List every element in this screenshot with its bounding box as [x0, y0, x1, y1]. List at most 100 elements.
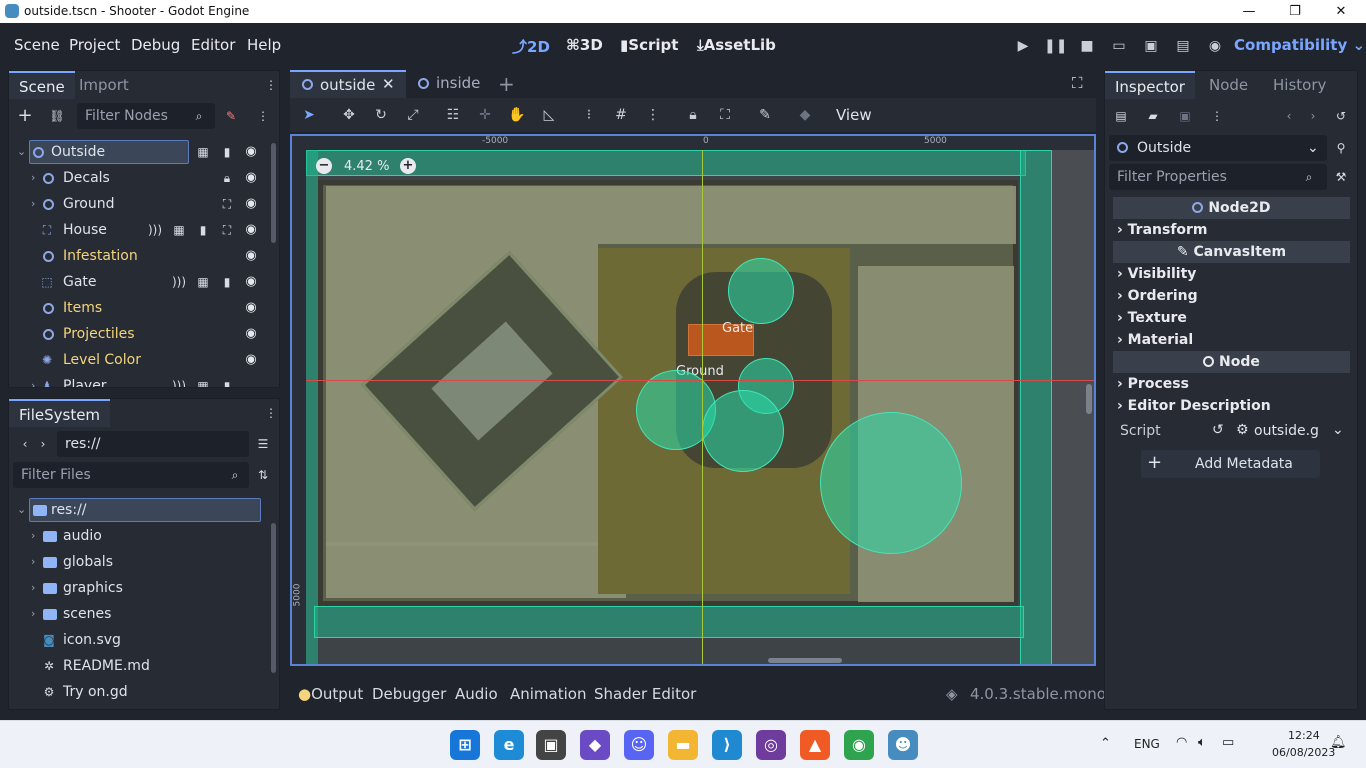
chevron-right-icon[interactable]: › — [31, 575, 35, 601]
rotate-tool-icon[interactable]: ↻ — [370, 104, 392, 126]
group-icon[interactable]: ⛶ — [219, 222, 235, 238]
visibility-eye-icon[interactable]: ◉ — [243, 170, 259, 186]
section-node[interactable]: Node — [1113, 351, 1350, 373]
visibility-eye-icon[interactable]: ◉ — [243, 248, 259, 264]
minimize-button[interactable]: — — [1226, 0, 1272, 23]
list-view-icon[interactable]: ☰ — [255, 436, 271, 452]
visibility-eye-icon[interactable]: ◉ — [243, 222, 259, 238]
canvas-viewport[interactable]: -5000 0 5000 5000 Gate Ground − 4.42 % + — [290, 134, 1096, 666]
snap-options-icon[interactable]: ⋮ — [642, 104, 664, 126]
volume-icon[interactable]: 🔈︎ — [1198, 735, 1206, 750]
menu-project[interactable]: Project — [69, 36, 120, 54]
filter-files-input[interactable]: Filter Files — [13, 462, 249, 488]
github-desktop-icon[interactable]: ◎ — [756, 730, 786, 760]
pan-tool-icon[interactable]: ✋ — [506, 104, 528, 126]
signal-icon[interactable]: ))) — [171, 274, 187, 290]
chevron-right-icon[interactable]: › — [31, 523, 35, 549]
dock-menu-icon[interactable]: ⋮ — [263, 405, 279, 421]
menu-editor[interactable]: Editor — [191, 36, 235, 54]
tab-outside[interactable]: outside ✕ — [290, 70, 406, 98]
chevron-right-icon[interactable]: › — [31, 191, 35, 217]
tab-scene[interactable]: Scene — [9, 71, 75, 99]
add-node-icon[interactable]: + — [17, 107, 33, 125]
maximize-button[interactable]: ❐ — [1272, 0, 1318, 23]
lock-icon[interactable]: 🔒︎ — [682, 104, 704, 126]
discord-icon[interactable]: ☺ — [624, 730, 654, 760]
workspace-assetlib-button[interactable]: ⤓AssetLib — [697, 36, 776, 54]
file-item-icon-svg[interactable]: ◙ icon.svg — [9, 627, 267, 653]
stop-icon[interactable]: ■ — [1076, 35, 1098, 57]
grid-snap-icon[interactable]: # — [610, 104, 632, 126]
property-options-icon[interactable]: ⚒ — [1333, 169, 1349, 185]
group-icon[interactable]: ⛶ — [219, 196, 235, 212]
reload-icon[interactable]: ↺ — [1212, 422, 1224, 438]
play-custom-icon[interactable]: ▤ — [1172, 35, 1194, 57]
tab-debugger[interactable]: Debugger — [372, 685, 446, 703]
tab-inspector[interactable]: Inspector — [1105, 71, 1195, 99]
filesystem-scrollbar[interactable] — [271, 523, 276, 673]
ruler-tool-icon[interactable]: ◺ — [538, 104, 560, 126]
tree-item-infestation[interactable]: Infestation ◉ — [9, 243, 267, 269]
chevron-right-icon[interactable]: › — [31, 165, 35, 191]
clock-time[interactable]: 12:24 — [1288, 729, 1320, 742]
skeleton-icon[interactable]: ✎ — [754, 104, 776, 126]
windows-start-icon[interactable]: ⊞ — [450, 730, 480, 760]
clapper-icon[interactable]: ▦ — [171, 222, 187, 238]
visibility-eye-icon[interactable]: ◉ — [243, 352, 259, 368]
vscode-icon[interactable]: ⟩ — [712, 730, 742, 760]
fullscreen-icon[interactable]: ⛶ — [1072, 74, 1083, 92]
new-resource-icon[interactable]: ▤ — [1113, 108, 1129, 124]
tab-inside[interactable]: inside — [408, 70, 488, 98]
tree-item-level-color[interactable]: ✺ Level Color ◉ — [9, 347, 267, 373]
chevron-right-icon[interactable]: › — [31, 549, 35, 575]
script-icon[interactable]: ▮ — [219, 274, 235, 290]
notification-bell-icon[interactable]: 🔔︎ — [1330, 735, 1347, 750]
link-icon[interactable]: ⛓ — [49, 108, 65, 124]
file-item-audio[interactable]: › audio — [9, 523, 267, 549]
section-ordering[interactable]: › Ordering — [1113, 285, 1350, 307]
tab-history[interactable]: History — [1263, 71, 1336, 99]
pause-icon[interactable]: ❚❚ — [1044, 35, 1067, 57]
zoom-out-button[interactable]: − — [316, 158, 332, 174]
section-editor-description[interactable]: › Editor Description — [1113, 395, 1350, 417]
history-forward-icon[interactable]: › — [1305, 108, 1321, 124]
script-icon[interactable]: ▮ — [219, 378, 235, 387]
tree-item-ground[interactable]: › Ground ⛶ ◉ — [9, 191, 267, 217]
visibility-eye-icon[interactable]: ◉ — [243, 300, 259, 316]
file-item-globals[interactable]: › globals — [9, 549, 267, 575]
edge-icon[interactable]: e — [494, 730, 524, 760]
chevron-right-icon[interactable]: › — [31, 373, 35, 387]
section-process[interactable]: › Process — [1113, 373, 1350, 395]
horizontal-scrollbar[interactable] — [768, 658, 842, 663]
scene-tree-scrollbar[interactable] — [271, 143, 276, 243]
path-field[interactable]: res:// — [57, 431, 249, 457]
list-select-icon[interactable]: ☷ — [442, 104, 464, 126]
dock-menu-icon[interactable]: ⋮ — [263, 77, 279, 93]
renderer-select[interactable]: Compatibility ⌄ — [1234, 36, 1365, 54]
chevron-down-icon[interactable]: ⌄ — [17, 139, 26, 165]
filter-properties-input[interactable]: Filter Properties — [1109, 164, 1327, 190]
section-transform[interactable]: › Transform — [1113, 219, 1350, 241]
vertical-scrollbar[interactable] — [1086, 384, 1092, 414]
wifi-icon[interactable]: ◠ — [1176, 735, 1187, 750]
group-icon[interactable]: ⛶ — [714, 104, 736, 126]
doc-icon[interactable]: ⚲ — [1333, 140, 1349, 156]
task-view-icon[interactable]: ▣ — [536, 730, 566, 760]
tab-animation[interactable]: Animation — [510, 685, 586, 703]
add-tab-icon[interactable]: + — [498, 72, 515, 96]
section-node2d[interactable]: Node2D — [1113, 197, 1350, 219]
section-canvasitem[interactable]: ✎ CanvasItem — [1113, 241, 1350, 263]
chevron-right-icon[interactable]: › — [31, 601, 35, 627]
battery-icon[interactable]: ▭ — [1222, 735, 1234, 750]
visibility-eye-icon[interactable]: ◉ — [243, 326, 259, 342]
add-metadata-button[interactable]: + Add Metadata — [1141, 450, 1320, 478]
ruler-top[interactable]: -5000 0 5000 — [292, 136, 1094, 150]
forward-icon[interactable]: › — [35, 436, 51, 452]
section-material[interactable]: › Material — [1113, 329, 1350, 351]
menu-debug[interactable]: Debug — [131, 36, 180, 54]
select-tool-icon[interactable]: ➤ — [298, 104, 320, 126]
tab-node[interactable]: Node — [1199, 71, 1258, 99]
history-back-icon[interactable]: ‹ — [1281, 108, 1297, 124]
tree-item-gate[interactable]: ⬚ Gate ))) ▦ ▮ ◉ — [9, 269, 267, 295]
tree-item-house[interactable]: ⛶ House ))) ▦ ▮ ⛶ ◉ — [9, 217, 267, 243]
